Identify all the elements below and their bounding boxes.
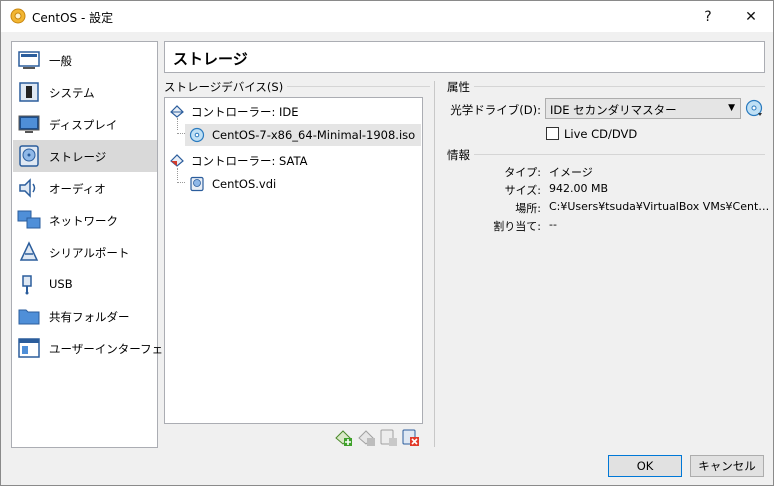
settings-window: CentOS - 設定 ? ✕ 一般 システム ディスプレイ ストレージ オーデ… [0,0,774,486]
add-attachment-icon[interactable] [379,428,397,446]
tree-item-label: コントローラー: IDE [191,105,299,119]
help-button[interactable]: ? [686,1,730,32]
add-controller-icon[interactable] [334,428,352,446]
system-icon [19,82,39,102]
storage-tree[interactable]: コントローラー: IDE CentOS-7-x86_64-Minimal-190… [164,97,423,424]
network-icon [17,210,41,229]
info-attached-value: -- [549,218,557,231]
sidebar-item-storage[interactable]: ストレージ [13,140,157,172]
hard-disk-icon [190,176,204,192]
sidebar-item-user-interface[interactable]: ユーザーインターフェース [13,332,186,364]
attributes-group-line [447,86,765,87]
page-header: ストレージ [164,41,765,73]
storage-devices-label: ストレージデバイス(S) [164,79,288,95]
info-attached-label: 割り当て: [493,220,541,233]
sidebar-item-label: ディスプレイ [49,118,118,132]
optical-drive-select[interactable]: IDE セカンダリマスター ▼ [545,98,741,119]
info-type-value: イメージ [549,166,593,179]
audio-icon [19,178,36,198]
sidebar-item-usb[interactable]: USB [13,268,157,300]
cancel-button[interactable]: キャンセル [690,455,764,477]
tree-guide [177,133,185,134]
live-cd-label[interactable]: Live CD/DVD [564,127,637,141]
ok-button[interactable]: OK [608,455,682,477]
category-list: 一般 システム ディスプレイ ストレージ オーディオ ネットワーク シリアルポー… [11,41,186,448]
tree-guide [177,182,185,183]
page-title: ストレージ [173,50,248,68]
sidebar-item-label: 共有フォルダー [49,310,130,324]
tree-item-vdi[interactable]: CentOS.vdi [185,173,421,195]
sidebar-item-general[interactable]: 一般 [13,44,157,76]
sidebar-item-system[interactable]: システム [13,76,157,108]
tree-item-sata-controller[interactable]: コントローラー: SATA [165,149,422,171]
sidebar-item-label: 一般 [49,54,72,68]
close-button[interactable]: ✕ [729,1,773,32]
sidebar-item-network[interactable]: ネットワーク [13,204,157,236]
sidebar-item-label: USB [49,277,73,291]
info-type-label: タイプ: [504,166,541,179]
tree-item-label: コントローラー: SATA [191,154,308,168]
sidebar-item-audio[interactable]: オーディオ [13,172,157,204]
chevron-down-icon: ▼ [728,103,735,113]
remove-attachment-icon[interactable] [401,428,419,446]
tree-item-label: CentOS.vdi [212,177,277,191]
window-title: CentOS - 設定 [32,11,114,25]
ide-controller-icon [170,105,184,118]
optical-disc-icon [189,127,205,143]
remove-controller-icon[interactable] [357,428,375,446]
sata-controller-icon [170,154,184,167]
attributes-label: 属性 [447,79,474,95]
sidebar-item-shared-folders[interactable]: 共有フォルダー [13,300,157,332]
sidebar-item-label: オーディオ [49,182,106,196]
tree-item-label: CentOS-7-x86_64-Minimal-1908.iso [212,128,416,142]
choose-disk-icon[interactable] [745,99,763,117]
storage-icon [19,145,39,167]
user-interface-icon [18,338,40,358]
tree-item-ide-controller[interactable]: コントローラー: IDE [165,100,422,122]
info-group-line [447,154,765,155]
sidebar-item-label: システム [49,86,95,100]
usb-icon [22,275,32,295]
display-icon [18,115,40,133]
optical-drive-value: IDE セカンダリマスター [550,103,677,117]
panel-separator [434,81,435,447]
shared-folder-icon [18,309,40,325]
title-bar: CentOS - 設定 ? ✕ [1,1,773,32]
sidebar-item-label: シリアルポート [49,246,130,260]
virtualbox-gear-icon [10,8,26,24]
info-label: 情報 [447,147,474,163]
general-icon [18,51,40,69]
info-size-value: 942.00 MB [549,182,609,195]
sidebar-item-serial-port[interactable]: シリアルポート [13,236,157,268]
live-cd-checkbox[interactable] [546,127,559,140]
serial-port-icon [19,241,39,261]
tree-item-iso[interactable]: CentOS-7-x86_64-Minimal-1908.iso [185,124,421,146]
info-location-value: C:¥Users¥tsuda¥VirtualBox VMs¥Cent… [549,200,770,213]
optical-drive-label: 光学ドライブ(D): [450,103,541,117]
info-size-label: サイズ: [504,184,541,197]
info-location-label: 場所: [515,202,541,215]
sidebar-item-label: ストレージ [49,150,107,164]
sidebar-item-label: ネットワーク [49,214,118,228]
sidebar-item-display[interactable]: ディスプレイ [13,108,157,140]
